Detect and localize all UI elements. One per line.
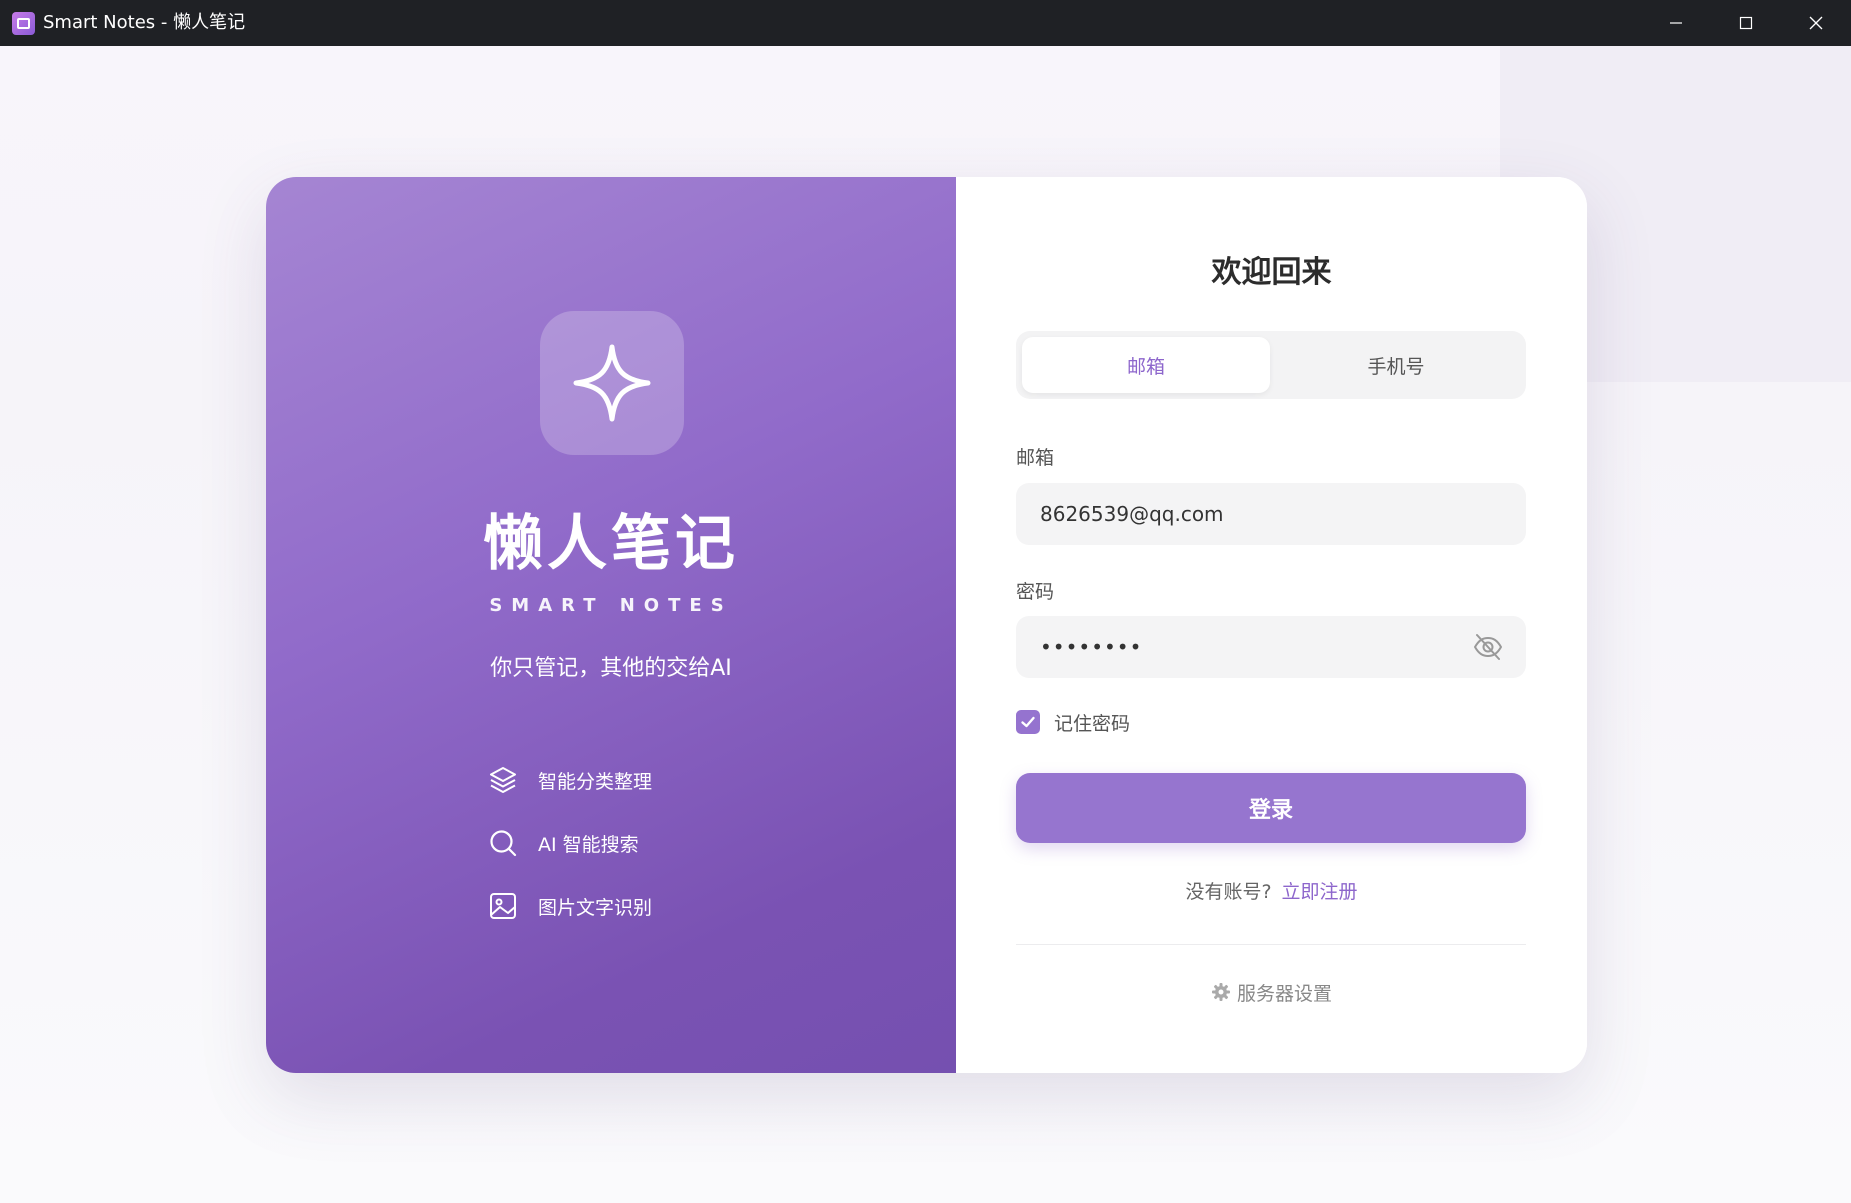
layers-icon [488,765,518,795]
minimize-button[interactable] [1641,0,1711,46]
password-value: •••••••• [1040,635,1143,659]
feature-label: 智能分类整理 [538,770,653,793]
welcome-heading: 欢迎回来 [1211,255,1332,290]
close-icon [1809,16,1823,30]
remember-checkbox[interactable] [1016,710,1040,734]
server-settings-button[interactable]: 服务器设置 [956,977,1587,1007]
check-icon [1021,716,1035,728]
server-settings-label: 服务器设置 [1236,982,1332,1005]
email-value: 8626539@qq.com [1040,502,1224,526]
eye-off-icon[interactable] [1472,631,1504,663]
maximize-button[interactable] [1711,0,1781,46]
window-titlebar: Smart Notes - 懒人笔记 [0,0,1851,46]
login-card: 懒人笔记 SMART NOTES 你只管记，其他的交给AI 智能分类整理 AI … [266,177,1587,1073]
window-title: Smart Notes - 懒人笔记 [43,12,246,33]
maximize-icon [1739,16,1753,30]
feature-label: AI 智能搜索 [538,833,639,856]
password-field[interactable]: •••••••• [1016,616,1526,678]
email-field[interactable]: 8626539@qq.com [1016,483,1526,545]
feature-item: 智能分类整理 [488,764,652,796]
app-icon [12,12,35,35]
divider [1016,944,1526,945]
close-button[interactable] [1781,0,1851,46]
feature-item: 图片文字识别 [488,890,652,922]
brand-panel: 懒人笔记 SMART NOTES 你只管记，其他的交给AI 智能分类整理 AI … [266,177,956,1073]
search-icon [488,828,518,858]
remember-password[interactable]: 记住密码 [1016,709,1130,735]
no-account-text: 没有账号? [1185,881,1272,903]
brand-title: 懒人笔记 [483,509,739,579]
register-prompt: 没有账号? 立即注册 [956,877,1587,904]
feature-label: 图片文字识别 [538,896,653,919]
tab-phone[interactable]: 手机号 [1272,337,1520,393]
password-label: 密码 [1016,581,1055,603]
remember-label: 记住密码 [1054,712,1131,735]
image-icon [488,891,518,921]
login-panel: 欢迎回来 邮箱 手机号 邮箱 8626539@qq.com 密码 •••••••… [956,177,1587,1073]
register-link[interactable]: 立即注册 [1282,881,1358,903]
gear-icon [1211,982,1231,1002]
brand-subtitle: SMART NOTES [489,595,733,616]
login-method-tabs: 邮箱 手机号 [1016,331,1526,399]
logo [540,311,684,455]
sparkle-icon [573,344,651,422]
minimize-icon [1670,22,1682,24]
login-button[interactable]: 登录 [1016,773,1526,843]
feature-item: AI 智能搜索 [488,827,639,859]
email-label: 邮箱 [1016,447,1055,469]
brand-slogan: 你只管记，其他的交给AI [490,656,732,681]
tab-email[interactable]: 邮箱 [1022,337,1270,393]
